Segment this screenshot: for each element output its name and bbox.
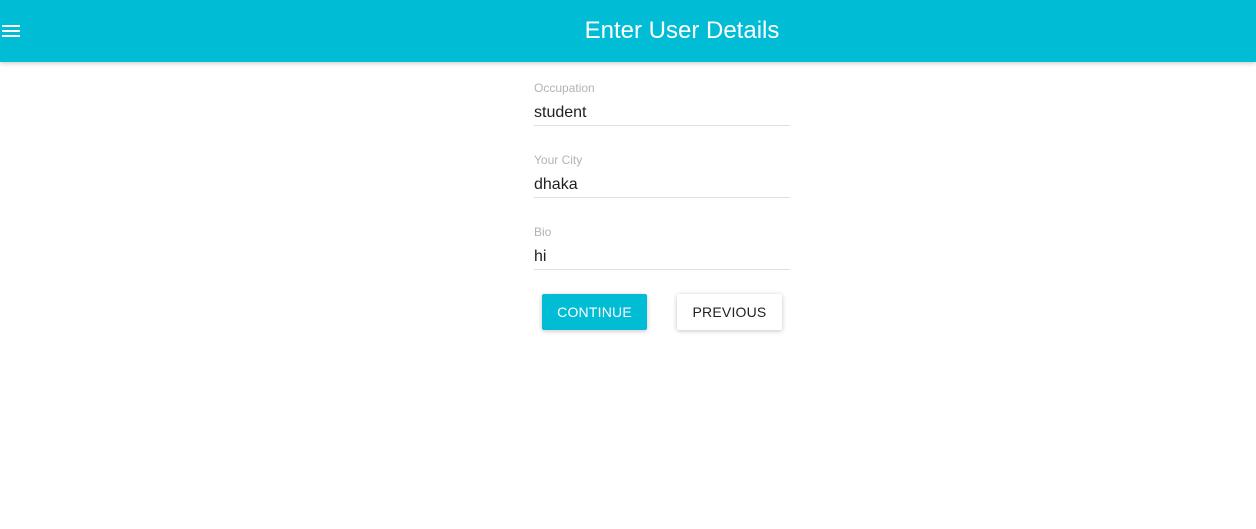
occupation-label: Occupation xyxy=(534,81,595,95)
form-actions: CONTINUE PREVIOUS xyxy=(542,294,782,330)
page-title: Enter User Details xyxy=(584,17,780,44)
bio-field: Bio xyxy=(534,206,790,278)
bio-input[interactable] xyxy=(534,244,790,270)
continue-button[interactable]: CONTINUE xyxy=(542,294,647,330)
city-input[interactable] xyxy=(534,172,790,198)
occupation-field: Occupation xyxy=(534,62,790,134)
city-field: Your City xyxy=(534,134,790,206)
user-details-form: Occupation Your City Bio xyxy=(534,62,790,278)
bio-label: Bio xyxy=(534,225,552,239)
city-label: Your City xyxy=(534,153,583,167)
app-bar: Enter User Details xyxy=(0,0,1256,62)
occupation-input[interactable] xyxy=(534,100,790,126)
previous-button[interactable]: PREVIOUS xyxy=(677,294,782,330)
